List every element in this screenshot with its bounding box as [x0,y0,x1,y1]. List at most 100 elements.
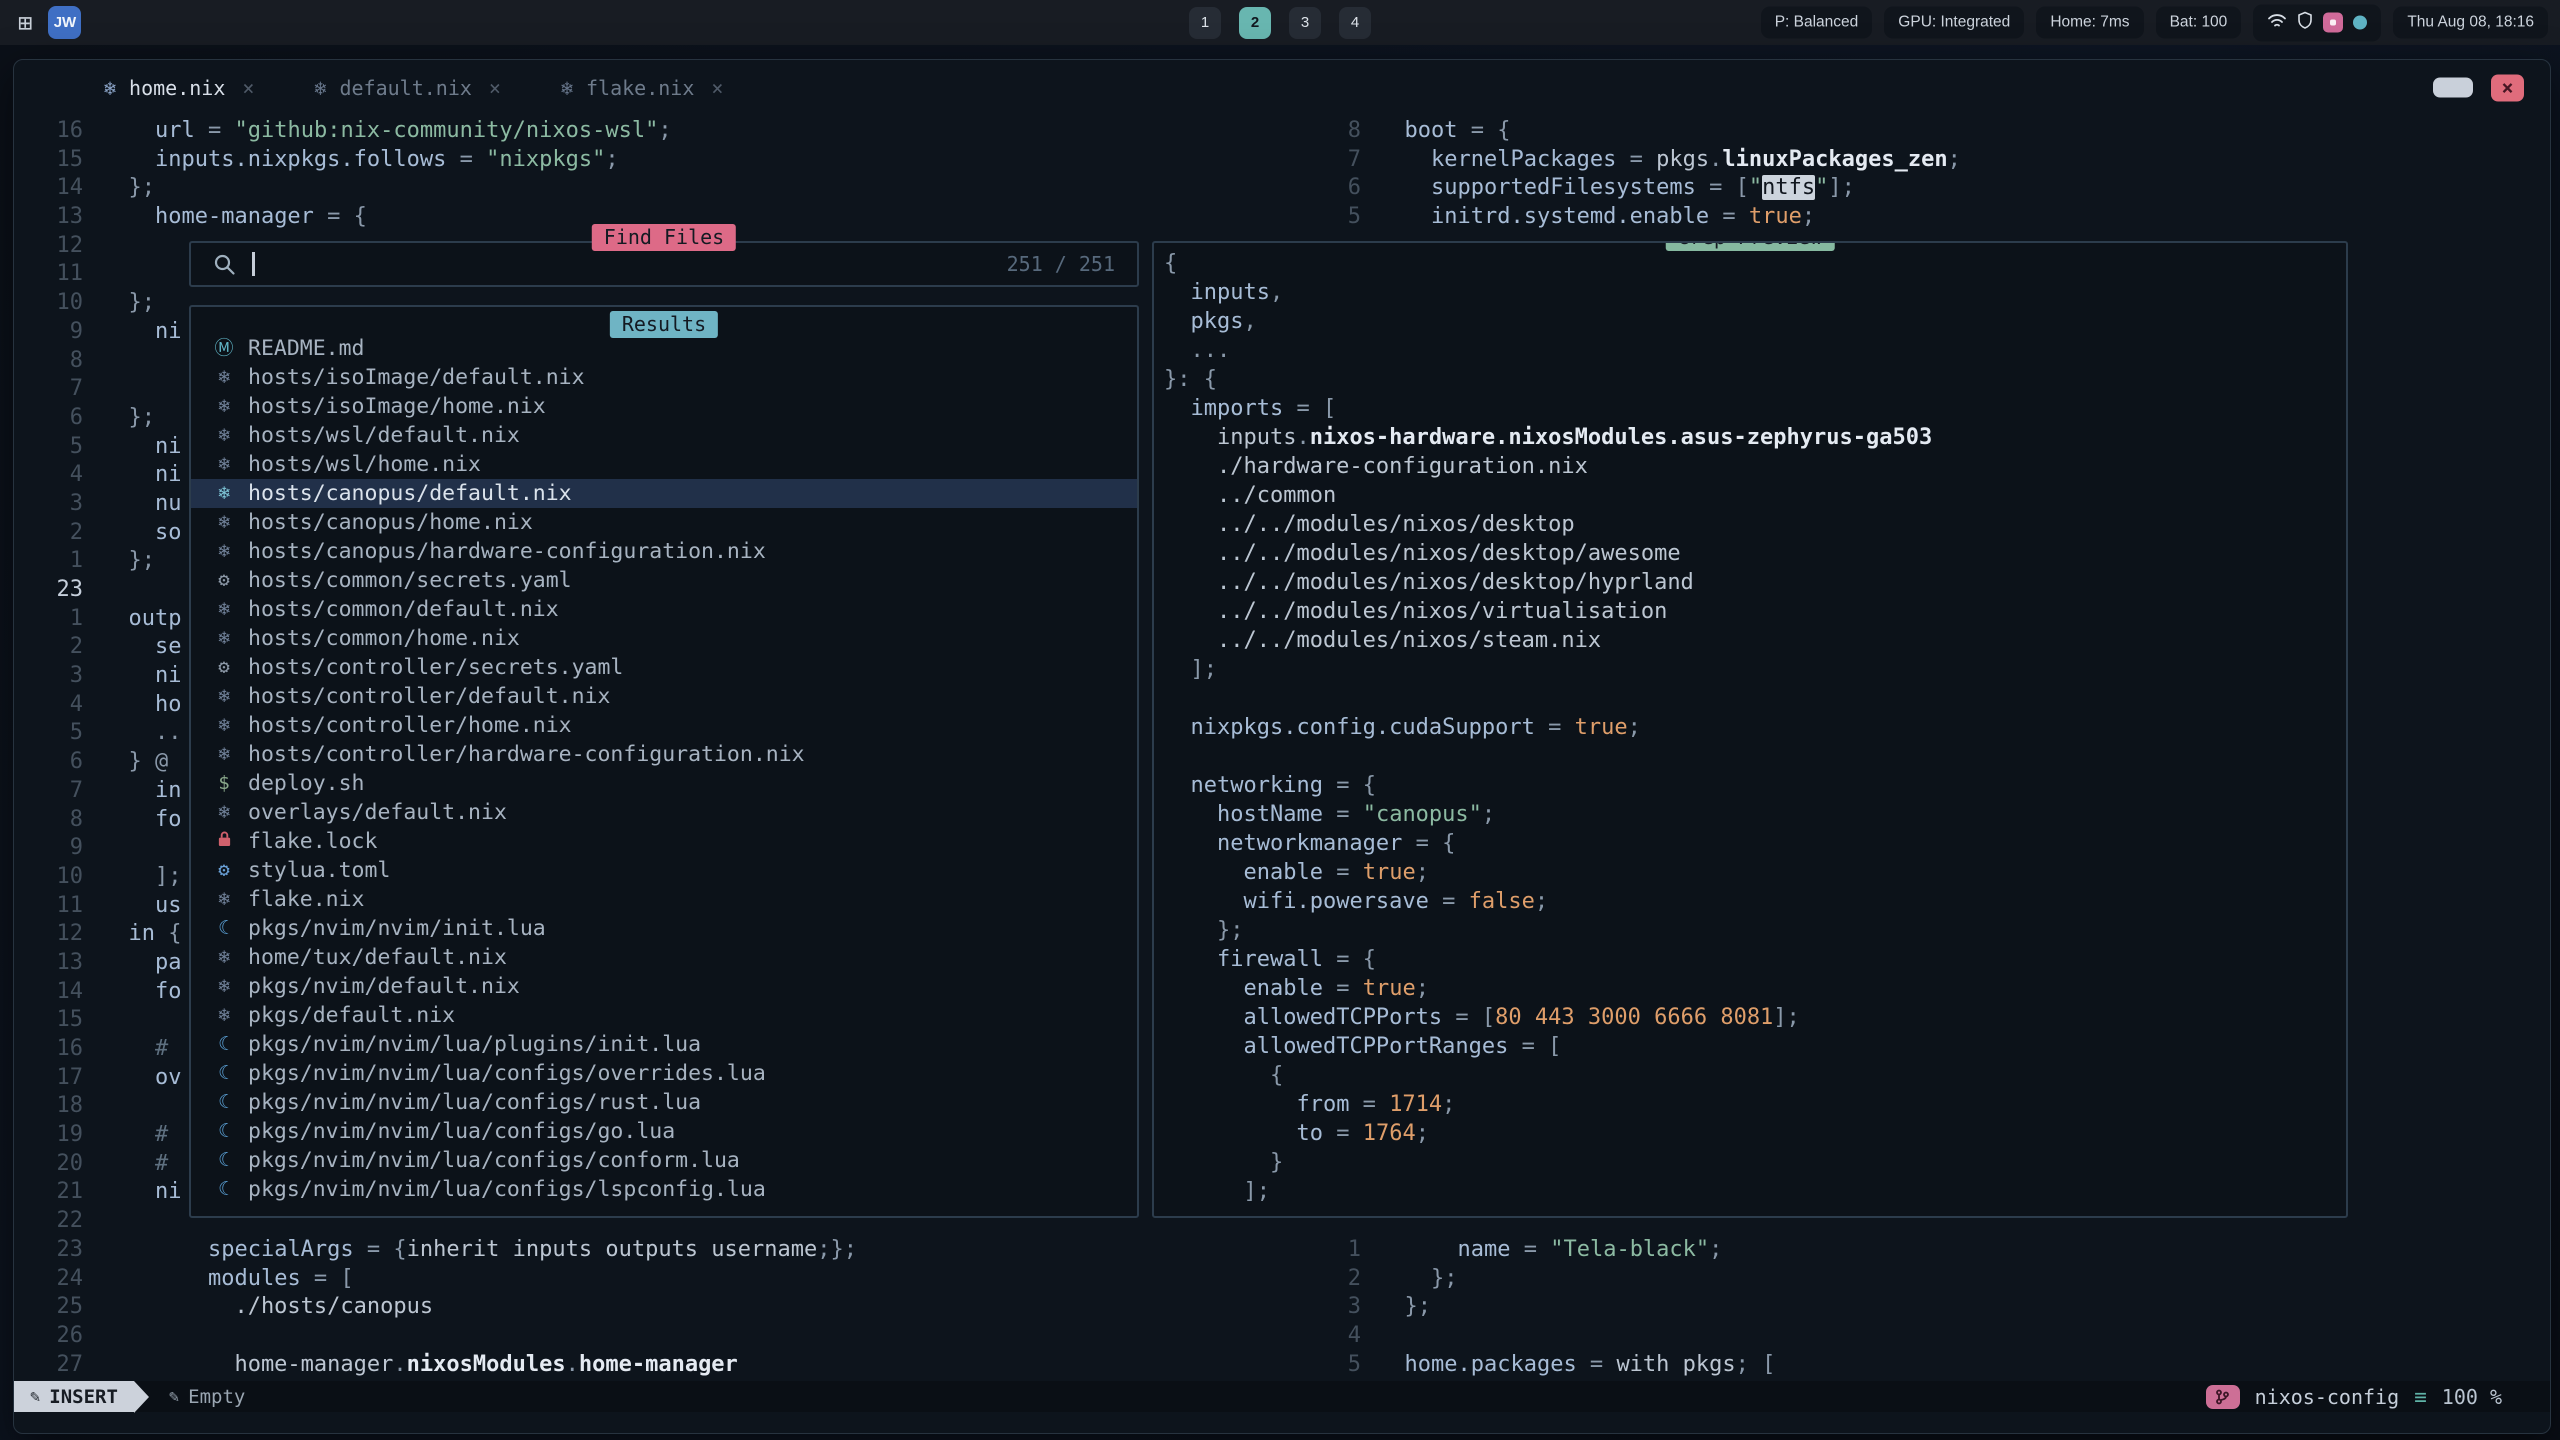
result-path: overlays/default.nix [248,798,507,827]
code-line[interactable]: 14 }; [14,174,1317,203]
result-item[interactable]: ❄ hosts/common/default.nix [191,595,1137,624]
nix-file-icon: ❄ [211,508,237,537]
result-item[interactable]: ⚙hosts/common/secrets.yaml [191,566,1137,595]
result-path: hosts/common/default.nix [248,595,559,624]
nix-file-icon: ❄ [211,595,237,624]
line-number: 2 [1317,1265,1378,1294]
code-line[interactable]: 26 [14,1322,1317,1351]
tab-close-icon[interactable]: × [242,76,254,100]
result-item[interactable]: ❄hosts/wsl/home.nix [191,450,1137,479]
code-line[interactable]: 4 [1317,1322,2550,1351]
app-launcher-icon[interactable]: ⊞ [18,11,32,35]
tab-close-icon[interactable]: × [489,76,501,100]
result-item[interactable]: ❄ overlays/default.nix [191,798,1137,827]
status-chip[interactable]: GPU: Integrated [1884,7,2024,39]
result-item[interactable]: ❄hosts/controller/home.nix [191,711,1137,740]
code-line[interactable]: 15 inputs.nixpkgs.follows = "nixpkgs"; [14,146,1317,175]
result-item[interactable]: ☾pkgs/nvim/nvim/init.lua [191,914,1137,943]
result-item[interactable]: ⓂREADME.md [191,334,1137,363]
results-list: ⓂREADME.md❄hosts/isoImage/default.nix❄ho… [191,334,1137,1204]
line-number: 18 [14,1092,102,1121]
code-line[interactable]: 2 }; [1317,1265,2550,1294]
system-bar: ⊞ JW 1234 P: Balanced GPU: Integrated Home… [0,0,2560,45]
window-pill-button[interactable] [2433,78,2473,98]
code-line[interactable]: 24 modules = [ [14,1265,1317,1294]
status-chip[interactable]: Home: 7ms [2036,7,2143,39]
logo-badge[interactable]: JW [48,6,81,39]
result-item[interactable]: $deploy.sh [191,769,1137,798]
preview-code: { inputs, pkgs, ...}: { imports = [ inpu… [1164,249,2346,1206]
nix-file-icon: ❄ [211,740,237,769]
result-item[interactable]: ⚙stylua.toml [191,856,1137,885]
result-item[interactable]: ❄hosts/canopus/home.nix [191,508,1137,537]
terminal-window: ❄home.nix×❄default.nix×❄flake.nix× × 16 … [13,59,2551,1434]
tab-default.nix[interactable]: ❄default.nix× [284,60,531,115]
result-item[interactable]: ☾pkgs/nvim/nvim/lua/configs/conform.lua [191,1146,1137,1175]
result-item[interactable]: ⚙hosts/controller/secrets.yaml [191,653,1137,682]
result-item[interactable]: ❄hosts/isoImage/home.nix [191,392,1137,421]
result-item[interactable]: ❄hosts/controller/default.nix [191,682,1137,711]
status-chip[interactable]: P: Balanced [1761,7,1873,39]
preview-line: ../../modules/nixos/desktop [1164,510,2346,539]
telescope-prompt[interactable]: Find Files 251 / 251 [189,241,1139,287]
text-cursor [252,252,255,276]
workspace-button-1[interactable]: 1 [1189,7,1221,39]
status-chip[interactable]: Bat: 100 [2156,7,2242,39]
line-number: 11 [14,260,102,289]
result-item[interactable]: ❄pkgs/nvim/default.nix [191,972,1137,1001]
result-item[interactable]: ❄hosts/common/home.nix [191,624,1137,653]
result-path: flake.lock [248,827,377,856]
result-path: hosts/controller/hardware-configuration.… [248,740,805,769]
system-tray[interactable] [2253,4,2381,41]
nix-file-icon: ❄ [211,943,237,972]
code-line[interactable]: 5 initrd.systemd.enable = true; [1317,203,2550,232]
line-number: 15 [14,146,102,175]
code-line[interactable]: 5 home.packages = with pkgs; [ [1317,1351,2550,1380]
code-line[interactable]: 25 ./hosts/canopus [14,1293,1317,1322]
workspace-button-2[interactable]: 2 [1239,7,1271,39]
clock[interactable]: Thu Aug 08, 18:16 [2393,7,2548,39]
tab-flake.nix[interactable]: ❄flake.nix× [531,60,753,115]
result-item[interactable]: flake.lock [191,827,1137,856]
result-item[interactable]: ❄flake.nix [191,885,1137,914]
line-number: 14 [14,978,102,1007]
result-path: stylua.toml [248,856,390,885]
tab-close-icon[interactable]: × [711,76,723,100]
code-line[interactable]: 23 specialArgs = {inherit inputs outputs… [14,1236,1317,1265]
result-item[interactable]: ☾pkgs/nvim/nvim/lua/plugins/init.lua [191,1030,1137,1059]
result-item[interactable]: ❄hosts/canopus/hardware-configuration.ni… [191,537,1137,566]
file-status: ✎ Empty [149,1386,265,1408]
result-path: deploy.sh [248,769,365,798]
code-line[interactable]: 27 home-manager.nixosModules.home-manage… [14,1351,1317,1380]
powerline-separator [134,1381,149,1413]
code-line[interactable]: 7 kernelPackages = pkgs.linuxPackages_ze… [1317,146,2550,175]
line-number: 6 [1317,174,1378,203]
nix-icon: ❄ [314,76,326,100]
result-item[interactable]: ☾pkgs/nvim/nvim/lua/configs/go.lua [191,1117,1137,1146]
nix-file-icon: ❄ [211,479,237,508]
result-item[interactable]: ❄hosts/canopus/default.nix [191,479,1137,508]
workspace-button-3[interactable]: 3 [1289,7,1321,39]
code-line[interactable]: 6 supportedFilesystems = ["ntfs"]; [1317,174,2550,203]
result-item[interactable]: ☾pkgs/nvim/nvim/lua/configs/rust.lua [191,1088,1137,1117]
workspace-button-4[interactable]: 4 [1339,7,1371,39]
window-close-button[interactable]: × [2491,74,2524,101]
nix-icon: ❄ [104,76,116,100]
preview-line: }; [1164,916,2346,945]
result-item[interactable]: ❄home/tux/default.nix [191,943,1137,972]
preview-line [1164,684,2346,713]
result-item[interactable]: ❄hosts/wsl/default.nix [191,421,1137,450]
result-item[interactable]: ☾pkgs/nvim/nvim/lua/configs/lspconfig.lu… [191,1175,1137,1204]
result-item[interactable]: ☾pkgs/nvim/nvim/lua/configs/overrides.lu… [191,1059,1137,1088]
nix-file-icon: ❄ [211,798,237,827]
tab-home.nix[interactable]: ❄home.nix× [74,60,284,115]
code-line[interactable]: 8 boot = { [1317,117,2550,146]
code-line[interactable]: 1 name = "Tela-black"; [1317,1236,2550,1265]
code-line[interactable]: 3 }; [1317,1293,2550,1322]
result-item[interactable]: ❄hosts/isoImage/default.nix [191,363,1137,392]
line-number: 3 [1317,1293,1378,1322]
result-item[interactable]: ❄pkgs/default.nix [191,1001,1137,1030]
result-item[interactable]: ❄ hosts/controller/hardware-configuration… [191,740,1137,769]
code-line[interactable]: 16 url = "github:nix-community/nixos-wsl… [14,117,1317,146]
line-number: 8 [1317,117,1378,146]
